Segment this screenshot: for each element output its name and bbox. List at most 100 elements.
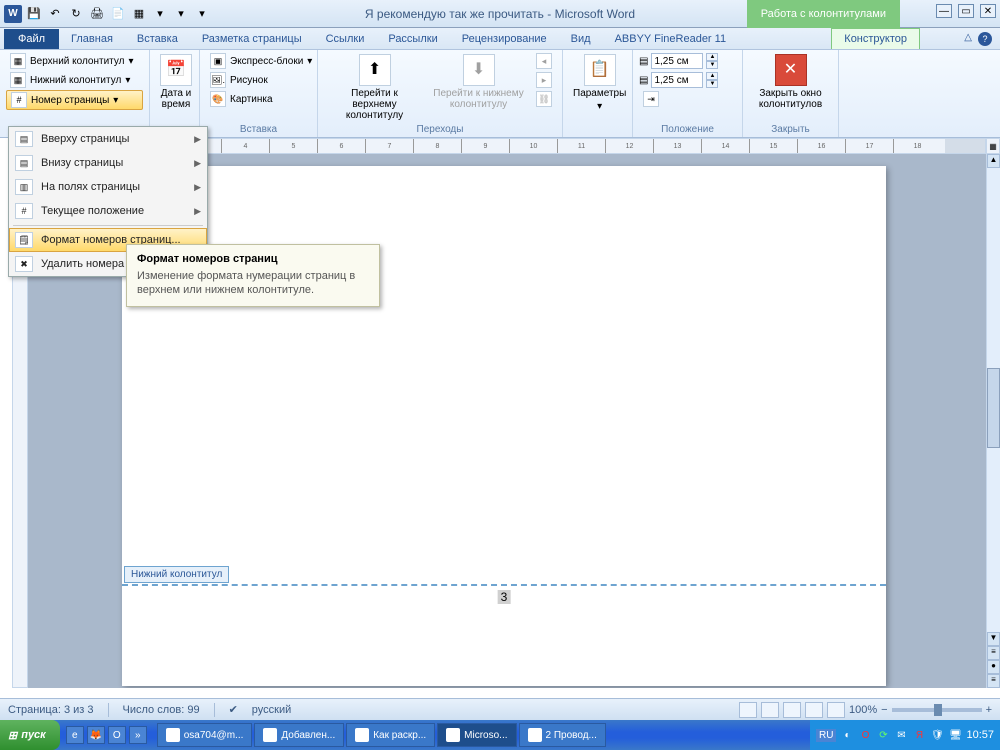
- view-outline-icon[interactable]: [805, 702, 823, 718]
- undo-icon[interactable]: ↶: [46, 5, 64, 23]
- word-app-icon: W: [4, 5, 22, 23]
- scroll-up-icon[interactable]: ▲: [987, 154, 1000, 168]
- minimize-button[interactable]: —: [936, 4, 952, 18]
- group-position: ▤ ▲▼ ▤ ▲▼ ⇥ Положение: [633, 50, 743, 137]
- taskbar-task[interactable]: Microso...: [437, 723, 516, 747]
- spin-down[interactable]: ▼: [706, 61, 718, 69]
- footer-button[interactable]: ▦Нижний колонтитул ▾: [6, 71, 143, 89]
- tray-icon[interactable]: ◐: [840, 728, 854, 742]
- spin-up[interactable]: ▲: [706, 53, 718, 61]
- menu-bottom-of-page[interactable]: ▤Внизу страницы▶: [9, 151, 207, 175]
- menu-page-margins[interactable]: ▥На полях страницы▶: [9, 175, 207, 199]
- ribbon-tabs: Файл Главная Вставка Разметка страницы С…: [0, 28, 1000, 50]
- qat-btn[interactable]: ▦: [130, 5, 148, 23]
- picture-icon: 🖼.: [210, 72, 226, 88]
- restore-button[interactable]: ▭: [958, 4, 974, 18]
- page-number-button[interactable]: #Номер страницы ▾: [6, 90, 143, 110]
- tray-icon[interactable]: O: [858, 728, 872, 742]
- footer-bottom-input[interactable]: [651, 72, 703, 88]
- status-language[interactable]: русский: [252, 704, 291, 716]
- insert-tab-button[interactable]: ⇥: [639, 90, 718, 108]
- ribbon: ▦Верхний колонтитул ▾ ▦Нижний колонтитул…: [0, 50, 1000, 138]
- tab-file[interactable]: Файл: [4, 29, 59, 49]
- help-icon[interactable]: ?: [978, 32, 992, 46]
- tray-icon[interactable]: ⟳: [876, 728, 890, 742]
- qat-btn[interactable]: ▾: [172, 5, 190, 23]
- zoom-level[interactable]: 100%: [849, 704, 877, 716]
- goto-header-button[interactable]: ⬆ Перейти к верхнему колонтитулу: [324, 52, 425, 123]
- save-icon[interactable]: 💾: [25, 5, 43, 23]
- close-button[interactable]: ✕: [980, 4, 996, 18]
- zoom-in-icon[interactable]: +: [986, 704, 992, 716]
- page-number-field[interactable]: 3: [498, 590, 511, 604]
- ribbon-collapse-icon[interactable]: △: [964, 32, 972, 43]
- vertical-scrollbar[interactable]: ▲ ▼ ≡ ● ≡: [986, 154, 1000, 688]
- tray-icon[interactable]: Я: [912, 728, 926, 742]
- header-top-input[interactable]: [651, 53, 703, 69]
- nav-link-button: ⛓: [532, 90, 556, 108]
- taskbar-task[interactable]: 2 Провод...: [519, 723, 606, 747]
- language-indicator[interactable]: RU: [816, 729, 836, 742]
- taskbar: ⊞пуск e 🦊 O » osa704@m...Добавлен...Как …: [0, 720, 1000, 750]
- quickparts-button[interactable]: ▣Экспресс-блоки ▾: [206, 52, 316, 70]
- tab-home[interactable]: Главная: [59, 29, 125, 49]
- zoom-out-icon[interactable]: −: [881, 704, 887, 716]
- quick-access-toolbar: W 💾 ↶ ↻ 🖨 📄 ▦ ▾ ▾ ▾: [0, 5, 211, 23]
- view-web-icon[interactable]: [783, 702, 801, 718]
- footer-label: Нижний колонтитул: [30, 75, 121, 86]
- clock[interactable]: 10:57: [966, 729, 994, 741]
- status-page[interactable]: Страница: 3 из 3: [8, 704, 94, 716]
- tab-layout[interactable]: Разметка страницы: [190, 29, 314, 49]
- header-button[interactable]: ▦Верхний колонтитул ▾: [6, 52, 143, 70]
- footer-zone[interactable]: Нижний колонтитул 3: [122, 584, 886, 586]
- menu-top-of-page[interactable]: ▤Вверху страницы▶: [9, 127, 207, 151]
- taskbar-task[interactable]: Добавлен...: [254, 723, 344, 747]
- print-icon[interactable]: 🖨: [88, 5, 106, 23]
- taskbar-task[interactable]: osa704@m...: [157, 723, 253, 747]
- zoom-slider[interactable]: [892, 708, 982, 712]
- ql-icon[interactable]: O: [108, 726, 126, 744]
- ql-icon[interactable]: e: [66, 726, 84, 744]
- redo-icon[interactable]: ↻: [67, 5, 85, 23]
- tab-mailings[interactable]: Рассылки: [376, 29, 449, 49]
- taskbar-task[interactable]: Как раскр...: [346, 723, 435, 747]
- spin-down[interactable]: ▼: [706, 80, 718, 88]
- picture-button[interactable]: 🖼.Рисунок: [206, 71, 316, 89]
- tray-icon[interactable]: ✉: [894, 728, 908, 742]
- spin-up[interactable]: ▲: [706, 72, 718, 80]
- scroll-thumb[interactable]: [987, 368, 1000, 448]
- view-print-layout-icon[interactable]: [739, 702, 757, 718]
- tab-designer[interactable]: Конструктор: [831, 28, 920, 49]
- ql-icon[interactable]: 🦊: [87, 726, 105, 744]
- view-draft-icon[interactable]: [827, 702, 845, 718]
- start-button[interactable]: ⊞пуск: [0, 720, 60, 750]
- tab-abbyy[interactable]: ABBYY FineReader 11: [603, 29, 739, 49]
- tab-references[interactable]: Ссылки: [314, 29, 377, 49]
- tab-insert[interactable]: Вставка: [125, 29, 190, 49]
- tab-view[interactable]: Вид: [559, 29, 603, 49]
- tooltip-title: Формат номеров страниц: [137, 253, 369, 265]
- qat-btn[interactable]: ▾: [151, 5, 169, 23]
- ql-icon[interactable]: »: [129, 726, 147, 744]
- clipart-button[interactable]: 🎨Картинка: [206, 90, 316, 108]
- datetime-button[interactable]: 📅 Дата и время: [156, 52, 196, 112]
- view-fullscreen-icon[interactable]: [761, 702, 779, 718]
- tray-icon[interactable]: 🖥: [948, 728, 962, 742]
- ruler-toggle-icon[interactable]: ▦: [986, 138, 1000, 154]
- proofing-icon[interactable]: ✔: [229, 703, 238, 716]
- menu-current-position[interactable]: #Текущее положение▶: [9, 199, 207, 223]
- preview-icon[interactable]: 📄: [109, 5, 127, 23]
- status-bar: Страница: 3 из 3 Число слов: 99 ✔ русски…: [0, 698, 1000, 720]
- next-page-icon[interactable]: ≡: [987, 674, 1000, 688]
- params-button[interactable]: 📋 Параметры ▾: [569, 52, 630, 114]
- tab-review[interactable]: Рецензирование: [450, 29, 559, 49]
- close-hf-button[interactable]: ✕ Закрыть окно колонтитулов: [749, 52, 832, 112]
- scroll-down-icon[interactable]: ▼: [987, 632, 1000, 646]
- prev-page-icon[interactable]: ≡: [987, 646, 1000, 660]
- qat-more-icon[interactable]: ▾: [193, 5, 211, 23]
- group-label: Переходы: [324, 123, 556, 135]
- window-controls: — ▭ ✕: [936, 4, 996, 18]
- status-word-count[interactable]: Число слов: 99: [123, 704, 200, 716]
- browse-object-icon[interactable]: ●: [987, 660, 1000, 674]
- tray-icon[interactable]: 🛡: [930, 728, 944, 742]
